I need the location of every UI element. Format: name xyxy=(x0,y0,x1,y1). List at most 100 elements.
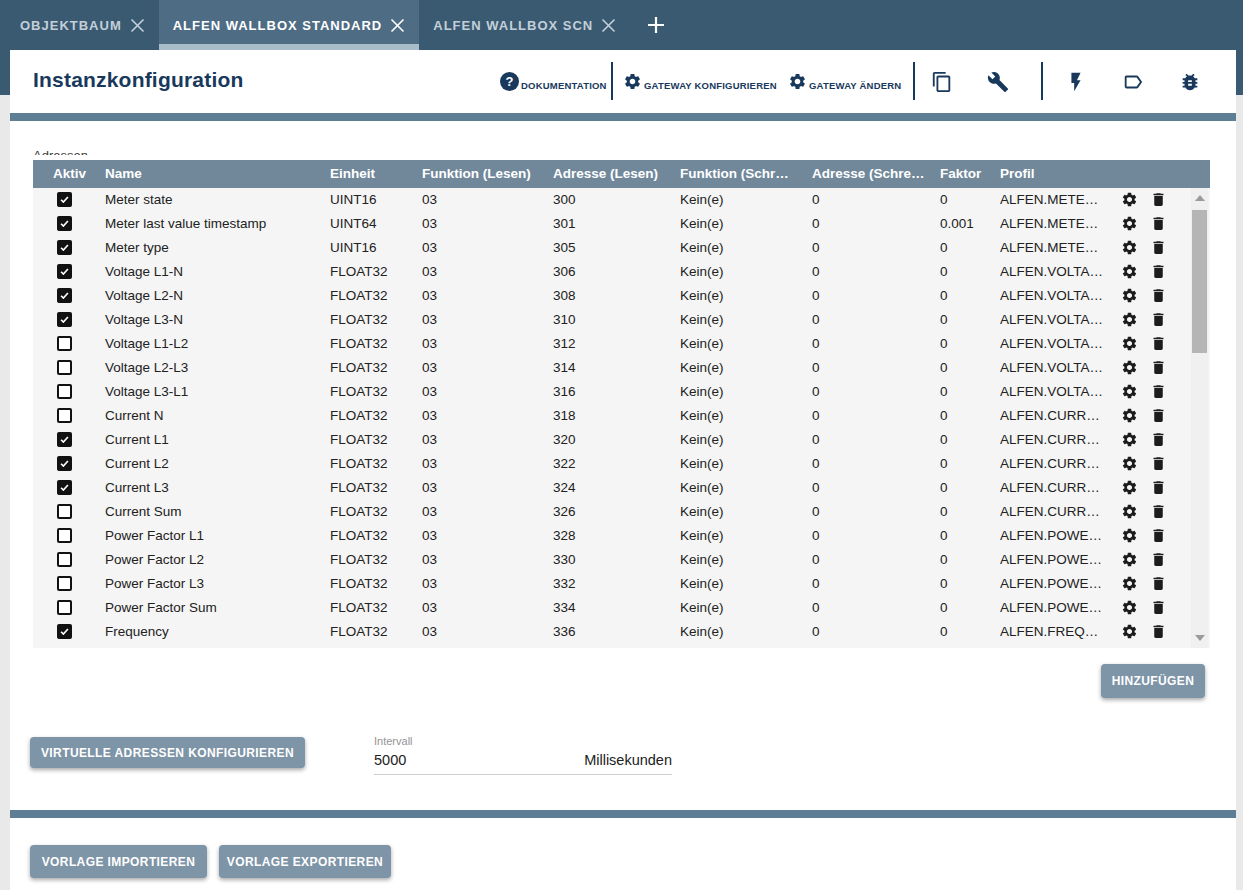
table-cell: Kein(e) xyxy=(680,404,724,428)
row-delete-icon[interactable] xyxy=(1150,527,1167,548)
row-settings-icon[interactable] xyxy=(1121,359,1138,380)
scroll-thumb[interactable] xyxy=(1192,210,1207,353)
row-checkbox[interactable] xyxy=(57,360,72,375)
row-delete-icon[interactable] xyxy=(1150,335,1167,356)
row-settings-icon[interactable] xyxy=(1121,575,1138,596)
scroll-up-arrow[interactable] xyxy=(1195,195,1205,201)
row-settings-icon[interactable] xyxy=(1121,503,1138,524)
row-delete-icon[interactable] xyxy=(1150,191,1167,212)
row-settings-icon[interactable] xyxy=(1121,551,1138,572)
row-delete-icon[interactable] xyxy=(1150,287,1167,308)
row-settings-icon[interactable] xyxy=(1121,623,1138,644)
wrench-icon[interactable] xyxy=(987,50,1009,113)
table-cell: 0 xyxy=(812,620,820,644)
row-checkbox[interactable] xyxy=(57,576,72,591)
table-cell: 0 xyxy=(812,476,820,500)
vorlage-exportieren-button[interactable]: VORLAGE EXPORTIEREN xyxy=(219,845,391,878)
row-delete-icon[interactable] xyxy=(1150,479,1167,500)
row-delete-icon[interactable] xyxy=(1150,455,1167,476)
bug-icon[interactable] xyxy=(1179,50,1201,113)
row-checkbox[interactable] xyxy=(57,240,72,255)
row-settings-icon[interactable] xyxy=(1121,239,1138,260)
table-cell: 03 xyxy=(422,596,437,620)
vorlage-importieren-button[interactable]: VORLAGE IMPORTIEREN xyxy=(30,845,207,878)
tab-alfen-wallbox-standard[interactable]: ALFEN WALLBOX STANDARD xyxy=(159,0,420,50)
documentation-button[interactable]: ? DOKUMENTATION xyxy=(500,50,607,113)
close-icon[interactable] xyxy=(390,18,405,33)
copy-icon[interactable] xyxy=(931,50,953,113)
table-row: Current L1FLOAT3203320Kein(e)00ALFEN.CUR… xyxy=(33,428,1210,452)
close-icon[interactable] xyxy=(601,18,616,33)
row-settings-icon[interactable] xyxy=(1121,455,1138,476)
row-delete-icon[interactable] xyxy=(1150,575,1167,596)
row-settings-icon[interactable] xyxy=(1121,215,1138,236)
row-checkbox[interactable] xyxy=(57,528,72,543)
row-settings-icon[interactable] xyxy=(1121,479,1138,500)
row-settings-icon[interactable] xyxy=(1121,287,1138,308)
row-checkbox[interactable] xyxy=(57,456,72,471)
row-checkbox[interactable] xyxy=(57,264,72,279)
row-delete-icon[interactable] xyxy=(1150,359,1167,380)
close-icon[interactable] xyxy=(130,18,145,33)
row-delete-icon[interactable] xyxy=(1150,239,1167,260)
table-cell: 0 xyxy=(812,380,820,404)
toolbar-divider xyxy=(611,62,613,100)
gateway-konfigurieren-button[interactable]: GATEWAY KONFIGURIEREN xyxy=(623,50,777,113)
table-scrollbar[interactable] xyxy=(1191,188,1208,648)
col-adresse-lesen: Adresse (Lesen) xyxy=(553,160,658,188)
gateway-aendern-button[interactable]: GATEWAY ÄNDERN xyxy=(788,50,901,113)
tag-icon[interactable] xyxy=(1122,50,1144,113)
table-cell: FLOAT32 xyxy=(330,572,388,596)
row-delete-icon[interactable] xyxy=(1150,623,1167,644)
row-settings-icon[interactable] xyxy=(1121,191,1138,212)
row-settings-icon[interactable] xyxy=(1121,407,1138,428)
row-checkbox[interactable] xyxy=(57,288,72,303)
row-settings-icon[interactable] xyxy=(1121,263,1138,284)
add-tab-button[interactable] xyxy=(630,0,682,50)
tab-objektbaum[interactable]: OBJEKTBAUM xyxy=(6,0,159,50)
table-cell: ALFEN.VOLTA… xyxy=(1000,356,1103,380)
row-checkbox[interactable] xyxy=(57,192,72,207)
table-cell: 0 xyxy=(812,332,820,356)
row-delete-icon[interactable] xyxy=(1150,383,1167,404)
row-settings-icon[interactable] xyxy=(1121,599,1138,620)
row-settings-icon[interactable] xyxy=(1121,431,1138,452)
row-checkbox[interactable] xyxy=(57,432,72,447)
row-delete-icon[interactable] xyxy=(1150,431,1167,452)
row-checkbox[interactable] xyxy=(57,384,72,399)
row-checkbox[interactable] xyxy=(57,336,72,351)
row-checkbox[interactable] xyxy=(57,600,72,615)
row-checkbox[interactable] xyxy=(57,216,72,231)
table-cell: FLOAT32 xyxy=(330,524,388,548)
table-cell: Meter state xyxy=(105,188,173,212)
scroll-down-arrow[interactable] xyxy=(1195,635,1205,641)
row-delete-icon[interactable] xyxy=(1150,503,1167,524)
interval-input[interactable]: 5000 Millisekunden xyxy=(374,752,672,775)
row-delete-icon[interactable] xyxy=(1150,407,1167,428)
row-settings-icon[interactable] xyxy=(1121,335,1138,356)
row-delete-icon[interactable] xyxy=(1150,263,1167,284)
row-delete-icon[interactable] xyxy=(1150,551,1167,572)
hinzufuegen-button[interactable]: HINZUFÜGEN xyxy=(1101,664,1205,698)
row-checkbox[interactable] xyxy=(57,552,72,567)
table-cell: 03 xyxy=(422,620,437,644)
virtuelle-adressen-button[interactable]: VIRTUELLE ADRESSEN KONFIGURIEREN xyxy=(30,737,305,768)
row-delete-icon[interactable] xyxy=(1150,599,1167,620)
row-settings-icon[interactable] xyxy=(1121,527,1138,548)
row-checkbox[interactable] xyxy=(57,408,72,423)
row-settings-icon[interactable] xyxy=(1121,311,1138,332)
row-delete-icon[interactable] xyxy=(1150,215,1167,236)
row-settings-icon[interactable] xyxy=(1121,383,1138,404)
row-delete-icon[interactable] xyxy=(1150,311,1167,332)
bolt-icon[interactable] xyxy=(1065,50,1087,113)
row-checkbox[interactable] xyxy=(57,504,72,519)
table-cell: 03 xyxy=(422,356,437,380)
row-checkbox[interactable] xyxy=(57,480,72,495)
table-cell: Kein(e) xyxy=(680,212,724,236)
table-cell: 0 xyxy=(940,452,948,476)
row-checkbox[interactable] xyxy=(57,312,72,327)
table-cell: 0 xyxy=(940,404,948,428)
tab-alfen-wallbox-scn[interactable]: ALFEN WALLBOX SCN xyxy=(419,0,630,50)
table-cell: 0 xyxy=(940,380,948,404)
row-checkbox[interactable] xyxy=(57,624,72,639)
